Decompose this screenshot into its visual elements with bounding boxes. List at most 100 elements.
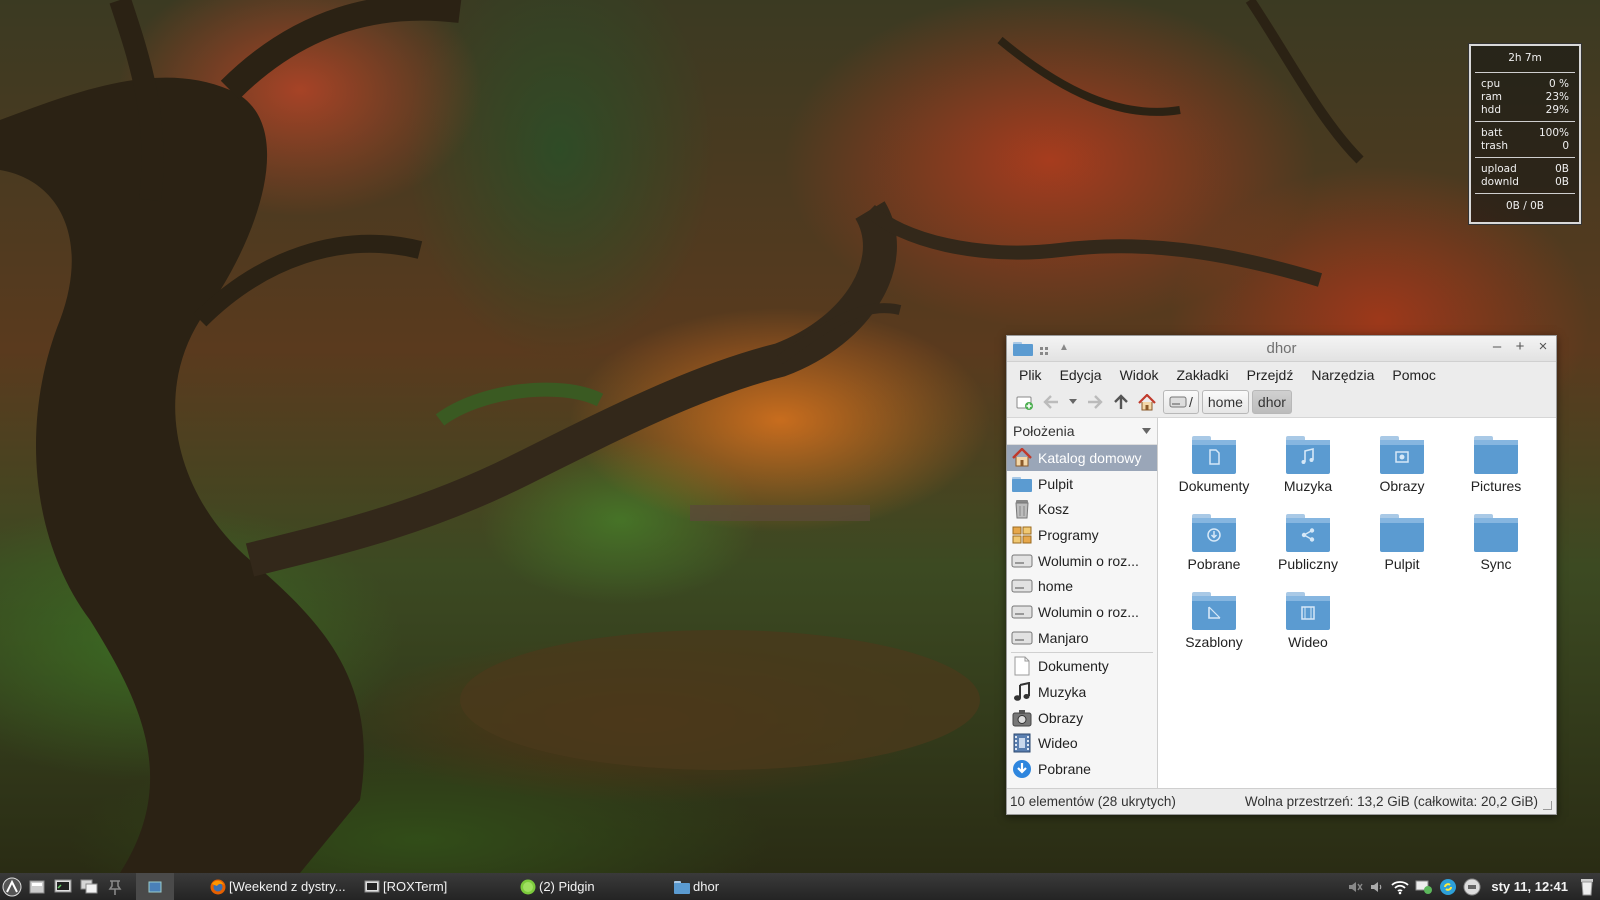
up-arrow-icon [1114,394,1128,409]
folder-icon [1474,514,1518,552]
pidgin-icon [520,879,536,894]
menu-plik[interactable]: Plik [1010,367,1051,383]
menu-edycja[interactable]: Edycja [1051,367,1111,383]
hdd-row: hdd 29% [1481,104,1569,116]
terminal-icon [364,880,380,892]
download-row: downld 0B [1481,176,1569,188]
path-root-button[interactable]: / [1163,390,1199,414]
home-button[interactable] [1134,389,1160,415]
show-desktop-button[interactable] [76,873,102,900]
menu-przejdz[interactable]: Przejdź [1238,367,1303,383]
folder-pulpit[interactable]: Pulpit [1357,509,1447,572]
sidebar-separator [1011,651,1153,653]
menu-widok[interactable]: Widok [1111,367,1168,383]
home-icon [1138,393,1156,410]
network-totals: 0B / 0B [1506,200,1544,212]
folder-icon [674,880,690,894]
close-button[interactable]: × [1534,338,1552,356]
resize-grip-icon[interactable] [1543,801,1552,810]
wifi-icon[interactable] [1391,879,1410,895]
folder-wideo[interactable]: Wideo [1263,587,1353,650]
system-tray: sty 11, 12:41 [1347,878,1600,896]
minimize-button[interactable]: – [1488,338,1506,356]
history-dropdown-button[interactable] [1064,389,1082,415]
terminal-launcher[interactable] [50,873,76,900]
desktop-folder-icon [1010,474,1034,494]
task-roxterm[interactable]: [ROXTerm] [360,873,516,900]
up-button[interactable] [1108,389,1134,415]
folder-szablony[interactable]: Szablony [1169,587,1259,650]
home-icon [1010,448,1034,468]
trash-icon[interactable] [1580,878,1594,896]
drive-icon [1169,396,1187,408]
menu-pomoc[interactable]: Pomoc [1383,367,1445,383]
folder-music-icon [1286,436,1330,474]
pin-button[interactable] [102,873,128,900]
sidebar-item-wolumin-1[interactable]: Wolumin o roz... [1007,548,1157,574]
folder-obrazy[interactable]: Obrazy [1357,431,1447,494]
maximize-button[interactable]: + [1511,338,1529,356]
task-firefox[interactable]: [Weekend z dystry... [206,873,354,900]
path-home-button[interactable]: home [1201,390,1249,414]
chat-icon[interactable] [1415,879,1433,895]
back-button[interactable] [1038,389,1064,415]
folder-publiczny[interactable]: Publiczny [1263,509,1353,572]
path-dhor-button[interactable]: dhor [1251,390,1292,414]
folder-documents-icon [1192,436,1236,474]
volume-icon[interactable] [1369,879,1385,895]
task-pidgin[interactable]: (2) Pidgin [516,873,670,900]
pictures-icon [1010,708,1034,728]
task-dhor[interactable]: dhor [670,873,818,900]
app-menu-icon [2,877,22,896]
uptime: 2h 7m [1475,46,1575,73]
sidebar-item-home[interactable]: home [1007,573,1157,599]
sidebar-item-wolumin-2[interactable]: Wolumin o roz... [1007,599,1157,625]
menu-zakladki[interactable]: Zakładki [1168,367,1238,383]
folder-pictures[interactable]: Pictures [1451,431,1541,494]
music-icon [1010,682,1034,702]
workspace-1[interactable] [136,873,174,900]
menu-narzedzia[interactable]: Narzędzia [1302,367,1383,383]
pin-icon [108,879,122,895]
forward-button[interactable] [1082,389,1108,415]
chevron-down-icon [1069,399,1077,404]
folder-pictures-icon [1380,436,1424,474]
sidebar-item-dokumenty[interactable]: Dokumenty [1007,654,1157,680]
file-view[interactable]: Dokumenty Muzyka Obrazy Pictures Pobrane [1158,418,1556,789]
sidebar-item-wideo[interactable]: Wideo [1007,731,1157,757]
folder-pobrane[interactable]: Pobrane [1169,509,1259,572]
window-title: dhor [1266,340,1297,357]
free-space: Wolna przestrzeń: 13,2 GiB (całkowita: 2… [1244,794,1538,809]
sidebar-item-pobrane[interactable]: Pobrane [1007,756,1157,782]
folder-muzyka[interactable]: Muzyka [1263,431,1353,494]
firefox-icon [210,879,226,894]
statusbar: 10 elementów (28 ukrytych) Wolna przestr… [1007,788,1556,814]
clock[interactable]: sty 11, 12:41 [1491,879,1568,894]
folder-sync[interactable]: Sync [1451,509,1541,572]
file-manager-launcher[interactable] [24,873,50,900]
sidebar-mode-select[interactable]: Położenia [1007,418,1157,445]
power-icon[interactable] [1463,878,1481,896]
sidebar-item-muzyka[interactable]: Muzyka [1007,679,1157,705]
update-icon[interactable] [1439,878,1457,896]
sidebar-item-obrazy[interactable]: Obrazy [1007,705,1157,731]
sidebar-item-pulpit[interactable]: Pulpit [1007,471,1157,497]
upload-row: upload 0B [1481,163,1569,175]
cpu-row: cpu 0 % [1481,78,1569,90]
menu-button[interactable] [0,873,24,900]
drive-icon [1010,602,1034,622]
sidebar-item-katalog-domowy[interactable]: Katalog domowy [1007,445,1157,471]
folder-icon [1474,436,1518,474]
taskbar: [Weekend z dystry... [ROXTerm] (2) Pidgi… [0,873,1600,900]
navigation-toolbar: / home dhor [1007,387,1556,418]
sidebar-item-manjaro[interactable]: Manjaro [1007,625,1157,651]
workspace-icon [148,881,162,892]
volume-muted-icon[interactable] [1347,879,1363,895]
window-titlebar[interactable]: ▲ dhor – + × [1007,336,1556,362]
folder-dokumenty[interactable]: Dokumenty [1169,431,1259,494]
sidebar-item-programy[interactable]: Programy [1007,522,1157,548]
sidebar-header: Położenia [1013,423,1075,439]
file-manager-window: ▲ dhor – + × Plik Edycja Widok Zakładki … [1006,335,1557,815]
new-tab-button[interactable] [1012,389,1038,415]
sidebar-item-kosz[interactable]: Kosz [1007,496,1157,522]
